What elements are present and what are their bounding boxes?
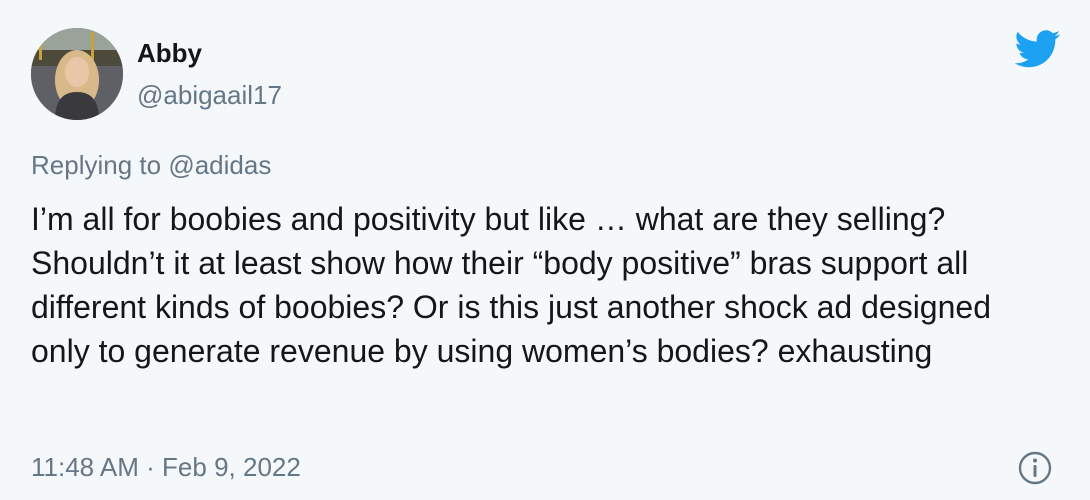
tweet-date: Feb 9, 2022 bbox=[162, 452, 301, 482]
tweet-card: Abby @abigaail17 Replying to @adidas I’m… bbox=[0, 0, 1090, 500]
author-name[interactable]: Abby bbox=[137, 37, 202, 69]
replying-to: Replying to @adidas bbox=[31, 148, 271, 182]
replying-to-label: Replying to bbox=[31, 150, 169, 180]
tweet-text: I’m all for boobies and positivity but l… bbox=[31, 201, 991, 369]
tweet-time: 11:48 AM bbox=[31, 452, 139, 482]
meta-separator: · bbox=[138, 452, 163, 482]
author-handle[interactable]: @abigaail17 bbox=[137, 79, 282, 111]
avatar[interactable] bbox=[31, 28, 123, 120]
tweet-timestamp[interactable]: 11:48 AM · Feb 9, 2022 bbox=[31, 450, 301, 484]
reply-mention-link[interactable]: @adidas bbox=[168, 150, 271, 180]
info-icon[interactable] bbox=[1017, 450, 1053, 486]
avatar-image bbox=[31, 28, 123, 120]
twitter-bird-icon[interactable] bbox=[1015, 30, 1061, 68]
